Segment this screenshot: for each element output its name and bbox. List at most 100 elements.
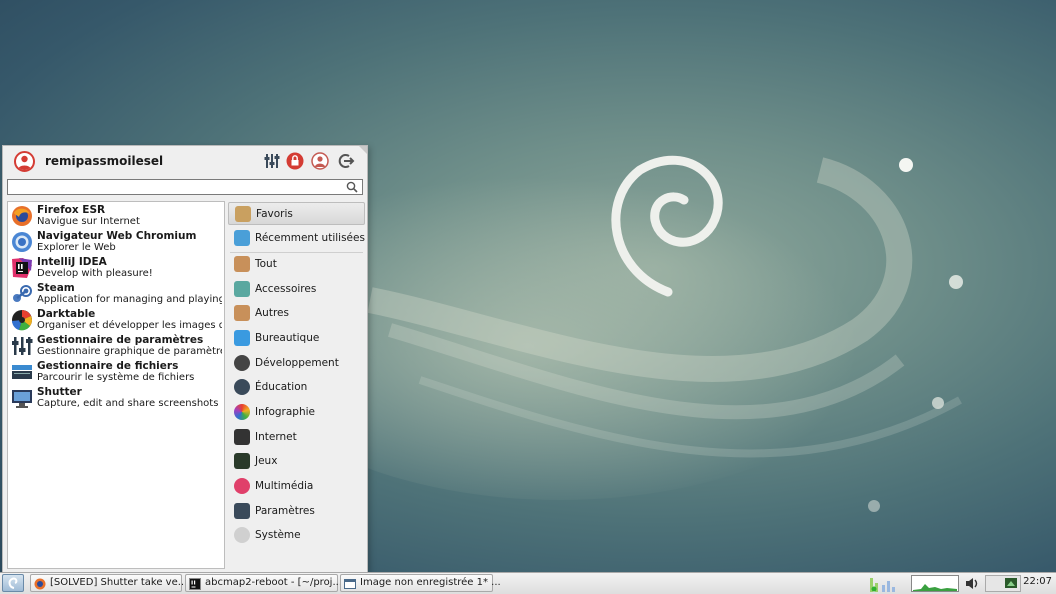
app-description: Develop with pleasure! (37, 268, 153, 279)
app-name: Gestionnaire de paramètres (37, 334, 204, 346)
search-icon[interactable] (346, 181, 358, 193)
category-label: Internet (255, 431, 297, 443)
app-item-file-manager[interactable]: Gestionnaire de fichiers Parcourir le sy… (8, 359, 224, 385)
category-development[interactable]: Développement (228, 352, 365, 375)
graphics-icon (234, 404, 250, 420)
app-description: Application for managing and playing... (37, 294, 222, 305)
app-item-shutter[interactable]: Shutter Capture, edit and share screensh… (8, 385, 224, 411)
lock-icon[interactable] (286, 152, 304, 170)
app-item-intellij[interactable]: IntelliJ IDEA Develop with pleasure! (8, 255, 224, 281)
wallpaper-dot (932, 397, 944, 409)
app-description: Capture, edit and share screenshots (37, 398, 219, 409)
file-manager-icon (12, 365, 32, 379)
category-accessories[interactable]: Accessoires (228, 278, 365, 301)
task-button-image[interactable]: Image non enregistrée 1* ... (340, 574, 501, 592)
notification-icon[interactable] (985, 575, 1021, 592)
category-label: Jeux (255, 455, 278, 467)
steam-icon (13, 285, 32, 302)
category-system[interactable]: Système (228, 524, 365, 547)
office-icon (234, 330, 250, 346)
category-recent[interactable]: Récemment utilisées (228, 227, 365, 250)
category-label: Accessoires (255, 283, 317, 295)
app-description: Gestionnaire graphique de paramètre... (37, 346, 222, 357)
app-name: IntelliJ IDEA (37, 256, 107, 268)
app-name: Gestionnaire de fichiers (37, 360, 179, 372)
recent-icon (234, 230, 250, 246)
category-games[interactable]: Jeux (228, 450, 365, 473)
favorites-icon (235, 206, 251, 222)
development-icon (234, 355, 250, 371)
user-switch-icon[interactable] (311, 152, 329, 170)
category-settings[interactable]: Paramètres (228, 500, 365, 523)
education-icon (234, 379, 250, 395)
task-label: [SOLVED] Shutter take ve... (50, 577, 188, 588)
app-item-settings-manager[interactable]: Gestionnaire de paramètres Gestionnaire … (8, 333, 224, 359)
category-other[interactable]: Autres (228, 302, 365, 325)
app-name: Navigateur Web Chromium (37, 230, 197, 242)
search-input[interactable] (8, 180, 344, 194)
category-all[interactable]: Tout (228, 253, 365, 276)
system-icon (234, 527, 250, 543)
intellij-icon (189, 578, 201, 590)
category-office[interactable]: Bureautique (228, 327, 365, 350)
all-icon (234, 256, 250, 272)
task-button-intellij[interactable]: abcmap2-reboot - [~/proj... (185, 574, 342, 592)
chromium-icon (12, 232, 32, 252)
app-item-darktable[interactable]: Darktable Organiser et développer les im… (8, 307, 224, 333)
taskbar: [SOLVED] Shutter take ve... abcmap2-rebo… (0, 572, 1056, 594)
application-menu-button[interactable] (2, 574, 24, 592)
category-label: Paramètres (255, 505, 315, 517)
category-list: Favoris Récemment utilisées Tout Accesso… (228, 201, 365, 567)
games-icon (234, 453, 250, 469)
network-monitor-icon (911, 575, 959, 592)
app-description: Explorer le Web (37, 242, 116, 253)
clock[interactable]: 22:07 (1023, 576, 1052, 587)
internet-icon (234, 429, 250, 445)
category-label: Éducation (255, 381, 308, 393)
menu-header: remipassmoilesel (3, 146, 367, 178)
shutter-icon (12, 390, 32, 408)
category-label: Bureautique (255, 332, 320, 344)
multimedia-icon (234, 478, 250, 494)
category-label: Infographie (255, 406, 315, 418)
app-name: Firefox ESR (37, 204, 106, 216)
app-name: Shutter (37, 386, 82, 398)
category-multimedia[interactable]: Multimédia (228, 475, 365, 498)
wallpaper-dot (899, 158, 913, 172)
search-box (7, 179, 363, 195)
darktable-icon (12, 310, 32, 331)
window-icon (344, 579, 356, 589)
debian-swirl-icon (8, 577, 18, 589)
firefox-icon (12, 206, 32, 226)
app-name: Steam (37, 282, 75, 294)
category-favorites[interactable]: Favoris (228, 202, 365, 225)
category-graphics[interactable]: Infographie (228, 401, 365, 424)
category-label: Favoris (256, 208, 293, 220)
settings-manager-icon (12, 337, 33, 355)
logout-icon[interactable] (337, 152, 355, 170)
task-label: abcmap2-reboot - [~/proj... (205, 577, 342, 588)
volume-icon[interactable] (964, 576, 980, 591)
category-education[interactable]: Éducation (228, 376, 365, 399)
task-button-firefox[interactable]: [SOLVED] Shutter take ve... (30, 574, 187, 592)
app-item-firefox[interactable]: Firefox ESR Navigue sur Internet (8, 203, 224, 229)
wallpaper-dot (949, 275, 963, 289)
firefox-icon (34, 578, 46, 590)
category-label: Système (255, 529, 301, 541)
category-internet[interactable]: Internet (228, 426, 365, 449)
app-description: Organiser et développer les images d'... (37, 320, 222, 331)
category-label: Autres (255, 307, 289, 319)
app-item-steam[interactable]: Steam Application for managing and playi… (8, 281, 224, 307)
user-avatar-icon (14, 151, 35, 172)
category-label: Développement (255, 357, 339, 369)
app-name: Darktable (37, 308, 96, 320)
cpu-graph-icon (870, 578, 895, 592)
settings-icon (234, 503, 250, 519)
app-item-chromium[interactable]: Navigateur Web Chromium Explorer le Web (8, 229, 224, 255)
category-label: Récemment utilisées (255, 232, 365, 244)
intellij-icon (12, 258, 32, 278)
favorites-list: Firefox ESR Navigue sur Internet Navigat… (7, 201, 225, 569)
app-description: Parcourir le système de fichiers (37, 372, 195, 383)
settings-sliders-icon[interactable] (263, 152, 281, 170)
category-label: Multimédia (255, 480, 314, 492)
